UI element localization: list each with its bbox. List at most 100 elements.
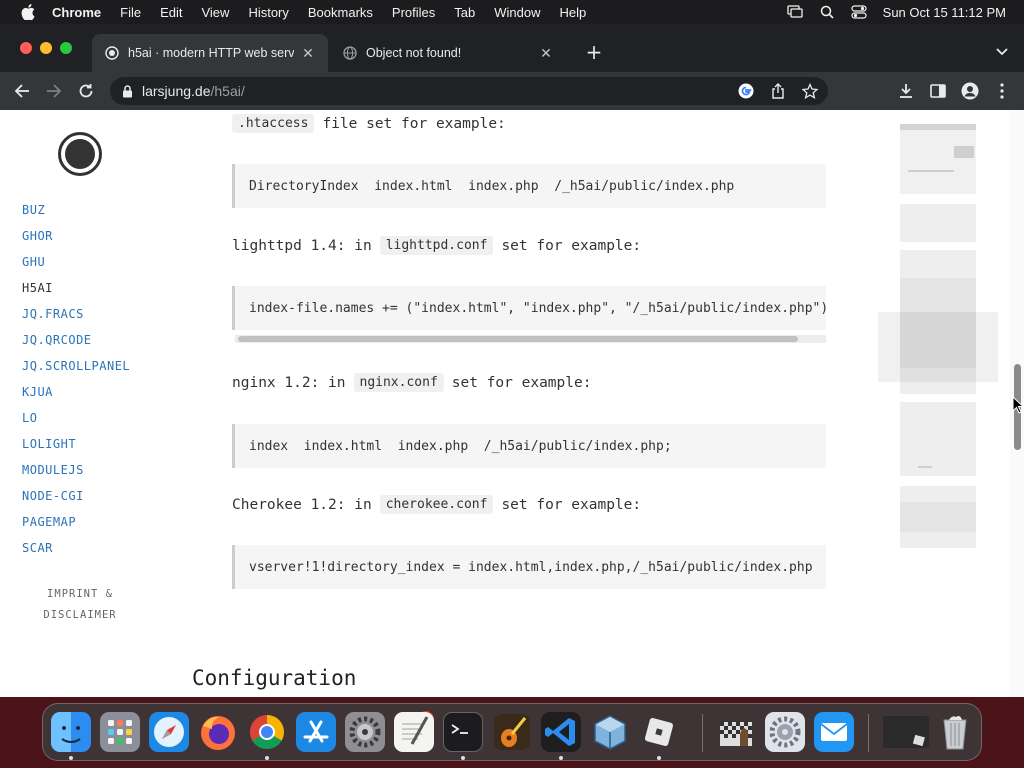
imprint-link[interactable]: IMPRINT & DISCLAIMER xyxy=(30,584,130,626)
forward-arrow-icon[interactable] xyxy=(42,79,66,103)
spotlight-search-icon[interactable] xyxy=(819,5,835,19)
screen-mirroring-icon[interactable] xyxy=(787,5,803,19)
menu-profiles[interactable]: Profiles xyxy=(392,5,435,20)
nav-item-lo[interactable]: LO xyxy=(22,410,130,436)
minimap-section xyxy=(900,204,976,242)
side-panel-icon[interactable] xyxy=(926,79,950,103)
menubar-status-area: Sun Oct 15 11:12 PM xyxy=(787,0,1006,24)
nav-item-scar[interactable]: SCAR xyxy=(22,540,130,566)
tab-title: Object not found! xyxy=(366,46,462,60)
app-store-icon[interactable] xyxy=(296,712,336,752)
tab-search-chevron-down-icon[interactable] xyxy=(994,44,1010,60)
download-icon[interactable] xyxy=(894,79,918,103)
nav-item-ghor[interactable]: GHOR xyxy=(22,228,130,254)
finder-icon[interactable] xyxy=(51,712,91,752)
nav-item-h5ai[interactable]: H5AI xyxy=(22,280,130,306)
chrome-tab-strip: h5ai · modern HTTP web serve ✕ Object no… xyxy=(0,24,1024,72)
control-center-icon[interactable] xyxy=(851,5,867,19)
launchpad-icon[interactable] xyxy=(100,712,140,752)
menu-tab[interactable]: Tab xyxy=(454,5,475,20)
macos-dock: 2 xyxy=(42,703,982,761)
close-window-button[interactable] xyxy=(20,42,32,54)
menu-app-name[interactable]: Chrome xyxy=(52,5,101,20)
code-block-cherokee: vserver!1!directory_index = index.html,i… xyxy=(232,545,826,589)
minimize-window-button[interactable] xyxy=(40,42,52,54)
lock-icon[interactable] xyxy=(120,84,134,98)
dock-separator xyxy=(868,714,869,752)
terminal-icon[interactable] xyxy=(443,712,483,752)
menu-bookmarks[interactable]: Bookmarks xyxy=(308,5,373,20)
chess-icon[interactable] xyxy=(716,712,756,752)
close-tab-icon[interactable]: ✕ xyxy=(300,45,316,61)
trash-icon[interactable] xyxy=(935,712,975,752)
textedit-icon[interactable] xyxy=(394,712,434,752)
nav-item-jq-qrcode[interactable]: JQ.QRCODE xyxy=(22,332,130,358)
menu-history[interactable]: History xyxy=(248,5,288,20)
nav-item-buz[interactable]: BUZ xyxy=(22,202,130,228)
profile-avatar-icon[interactable] xyxy=(958,79,982,103)
google-lens-icon[interactable] xyxy=(736,81,756,101)
nav-item-kjua[interactable]: KJUA xyxy=(22,384,130,410)
bookmark-star-icon[interactable] xyxy=(800,81,820,101)
zoom-window-button[interactable] xyxy=(60,42,72,54)
system-preferences-gear-icon[interactable] xyxy=(765,712,805,752)
code-block-lighttpd: index-file.names += ("index.html", "inde… xyxy=(232,286,826,330)
menu-edit[interactable]: Edit xyxy=(160,5,182,20)
roblox-icon[interactable] xyxy=(639,712,679,752)
nav-item-ghu[interactable]: GHU xyxy=(22,254,130,280)
chrome-icon[interactable] xyxy=(247,712,287,752)
reload-icon[interactable] xyxy=(74,79,98,103)
tab-object-not-found[interactable]: Object not found! ✕ xyxy=(330,34,566,72)
vscode-icon[interactable] xyxy=(541,712,581,752)
macos-menubar: Chrome File Edit View History Bookmarks … xyxy=(0,0,1024,24)
paragraph-text: set for example: xyxy=(501,237,642,254)
menu-window[interactable]: Window xyxy=(494,5,540,20)
code-horizontal-scrollbar[interactable] xyxy=(235,335,826,343)
safari-compass-icon[interactable] xyxy=(149,712,189,752)
page-viewport: BUZ GHOR GHU H5AI JQ.FRACS JQ.QRCODE JQ.… xyxy=(0,110,1024,697)
tab-h5ai[interactable]: h5ai · modern HTTP web serve ✕ xyxy=(92,34,328,72)
menu-file[interactable]: File xyxy=(120,5,141,20)
paragraph-text: set for example: xyxy=(501,496,642,513)
cherokee-paragraph: Cherokee 1.2: in cherokee.conf set for e… xyxy=(232,495,641,514)
main-content: .htaccess file set for example: Director… xyxy=(192,110,832,697)
mouse-cursor-icon xyxy=(1012,396,1024,414)
chrome-menu-kebab-icon[interactable] xyxy=(990,79,1014,103)
new-tab-plus-icon[interactable]: + xyxy=(584,40,604,64)
mail-envelope-icon[interactable] xyxy=(814,712,854,752)
running-indicator xyxy=(461,756,465,760)
inline-code: .htaccess xyxy=(232,114,315,133)
menu-help[interactable]: Help xyxy=(560,5,587,20)
url-host: larsjung.de xyxy=(142,83,211,99)
minimap-viewport-indicator[interactable] xyxy=(878,312,998,382)
chrome-toolbar: larsjung.de/h5ai/ xyxy=(0,72,1024,110)
paragraph-text: lighttpd 1.4: in xyxy=(232,237,372,254)
menu-view[interactable]: View xyxy=(201,5,229,20)
back-arrow-icon[interactable] xyxy=(10,79,34,103)
nav-item-lolight[interactable]: LOLIGHT xyxy=(22,436,130,462)
imprint-line-2: DISCLAIMER xyxy=(43,609,117,621)
virtualbox-cube-icon[interactable] xyxy=(590,712,630,752)
share-icon[interactable] xyxy=(768,81,788,101)
address-bar[interactable]: larsjung.de/h5ai/ xyxy=(110,77,828,105)
site-logo[interactable] xyxy=(58,132,102,176)
system-settings-gear-icon[interactable] xyxy=(345,712,385,752)
nav-item-jq-scrollpanel[interactable]: JQ.SCROLLPANEL xyxy=(22,358,130,384)
nav-item-pagemap[interactable]: PAGEMAP xyxy=(22,514,130,540)
scrollbar-thumb[interactable] xyxy=(238,336,798,342)
menubar-clock[interactable]: Sun Oct 15 11:12 PM xyxy=(883,5,1006,20)
close-tab-icon[interactable]: ✕ xyxy=(538,45,554,61)
running-indicator xyxy=(657,756,661,760)
dock-separator xyxy=(702,714,703,752)
apple-menu-icon[interactable] xyxy=(18,4,38,20)
running-indicator xyxy=(69,756,73,760)
nav-item-node-cgi[interactable]: NODE-CGI xyxy=(22,488,130,514)
nav-item-modulejs[interactable]: MODULEJS xyxy=(22,462,130,488)
nav-item-jq-fracs[interactable]: JQ.FRACS xyxy=(22,306,130,332)
minimized-window-thumbnail[interactable] xyxy=(883,716,929,748)
running-indicator xyxy=(265,756,269,760)
firefox-icon[interactable] xyxy=(198,712,238,752)
garageband-guitar-icon[interactable] xyxy=(492,712,532,752)
minimap-section xyxy=(900,402,976,476)
code-block-htaccess: DirectoryIndex index.html index.php /_h5… xyxy=(232,164,826,208)
